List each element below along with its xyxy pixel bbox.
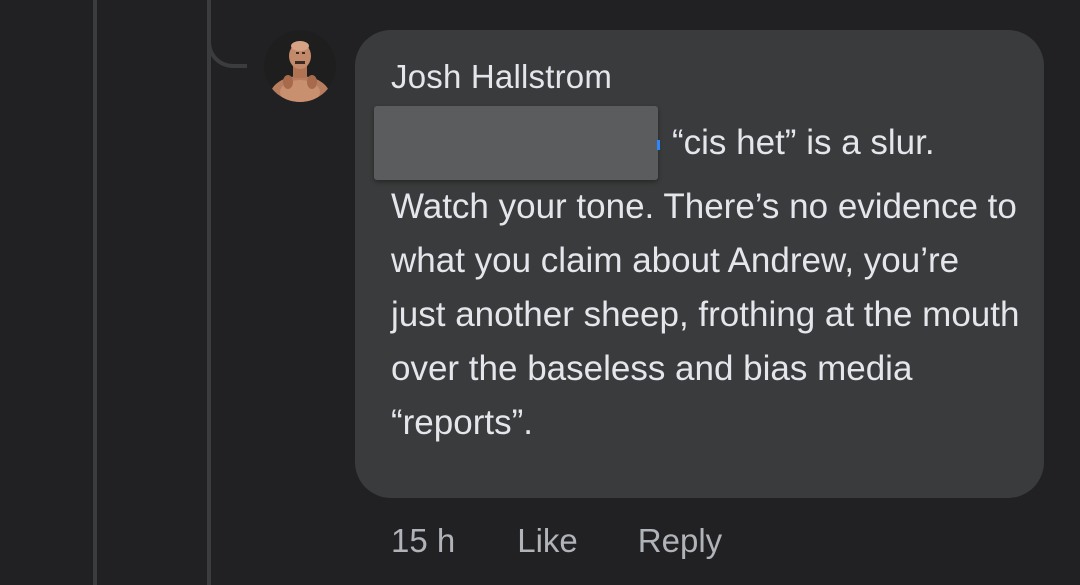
redaction-box (374, 106, 658, 180)
thread-line-outer (93, 0, 97, 585)
comment-bubble: Josh Hallstrom “cis het” is a slur. Watc… (355, 30, 1044, 498)
comment-body: “cis het” is a slur. Watch your tone. Th… (374, 106, 1021, 450)
comment-actions: 15 h Like Reply (391, 516, 782, 566)
user-avatar-icon (264, 30, 336, 102)
reply-button[interactable]: Reply (638, 516, 722, 566)
avatar[interactable] (264, 30, 336, 102)
comment-author-name[interactable]: Josh Hallstrom (391, 58, 1014, 96)
thread-connector (207, 0, 247, 68)
redacted-mention[interactable] (374, 106, 660, 180)
comment-timestamp[interactable]: 15 h (391, 516, 455, 566)
mention-highlight-edge (657, 140, 660, 150)
thread-line-inner (207, 0, 211, 585)
like-button[interactable]: Like (517, 516, 578, 566)
comment-thread: Josh Hallstrom “cis het” is a slur. Watc… (0, 0, 1080, 585)
